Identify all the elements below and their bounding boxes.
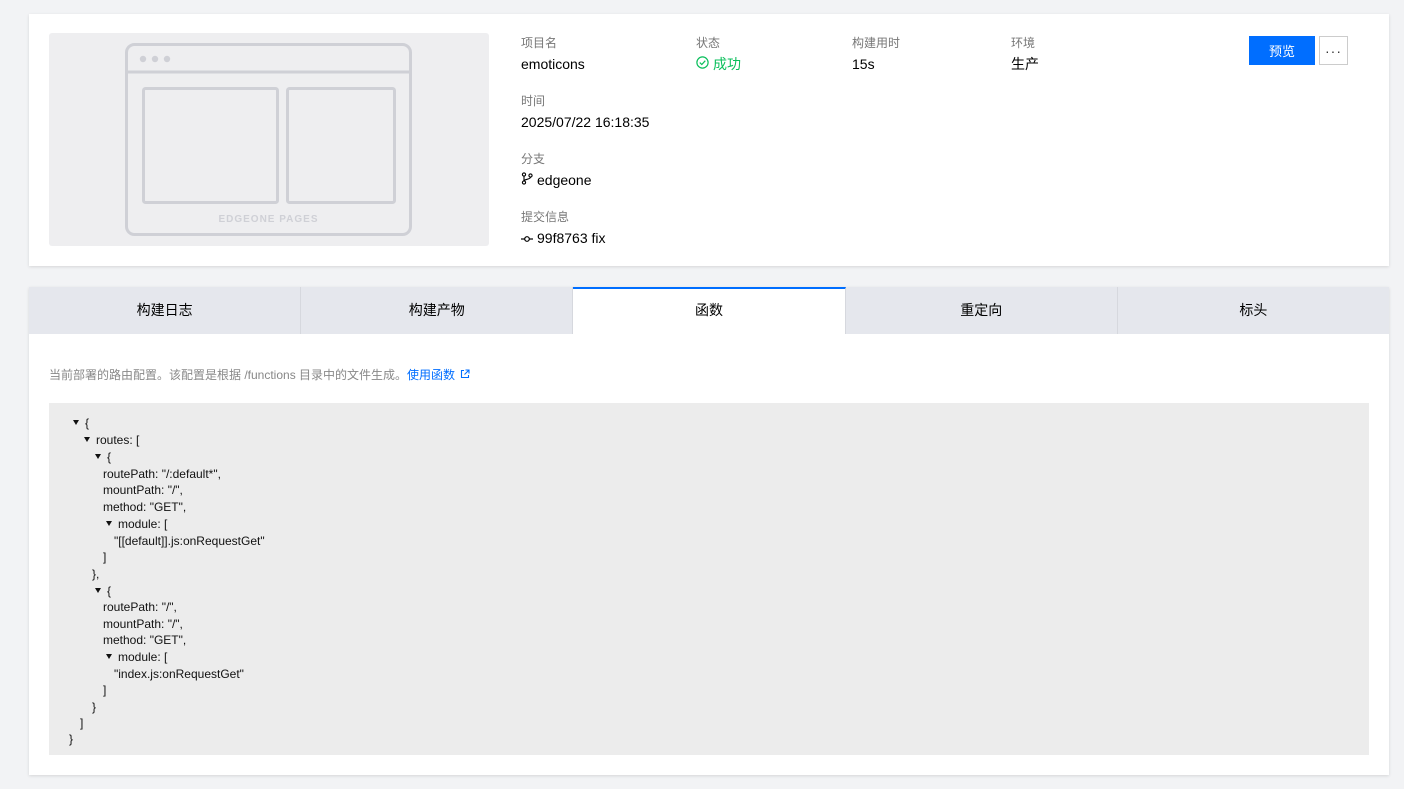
branch-label: 分支 (521, 152, 546, 166)
environment-value: 生产 (1011, 56, 1039, 72)
build-duration-value: 15s (852, 56, 875, 72)
git-commit-icon (521, 230, 533, 247)
external-link-icon[interactable] (460, 368, 470, 382)
functions-description: 当前部署的路由配置。该配置是根据 /functions 目录中的文件生成。使用函… (49, 366, 470, 383)
build-duration-label: 构建用时 (852, 36, 901, 50)
time-value: 2025/07/22 16:18:35 (521, 114, 650, 130)
json-line: routePath: "/:default*", (103, 467, 221, 481)
tab-functions[interactable]: 函数 (573, 287, 846, 334)
check-circle-icon (696, 56, 709, 73)
json-line: }, (92, 567, 100, 581)
browser-placeholder-icon: EDGEONE PAGES (125, 43, 412, 236)
deployment-details-card: 构建日志 构建产物 函数 重定向 标头 当前部署的路由配置。该配置是根据 /fu… (29, 287, 1390, 775)
collapse-toggle-icon[interactable] (95, 587, 101, 593)
branch-field: 分支 edgeone (521, 152, 592, 189)
json-line: routePath: "/", (103, 600, 177, 614)
branch-value: edgeone (521, 172, 592, 189)
json-line: } (69, 732, 74, 746)
project-name-value: emoticons (521, 56, 585, 72)
routes-json-viewer: { routes: [ { routePath: "/:default*", m… (49, 403, 1369, 755)
preview-button[interactable]: 预览 (1249, 36, 1315, 65)
more-options-button[interactable]: ··· (1319, 36, 1348, 65)
project-name-field: 项目名 emoticons (521, 36, 585, 73)
environment-field: 环境 生产 (1011, 36, 1039, 73)
json-line: method: "GET", (103, 633, 187, 647)
functions-description-text: 当前部署的路由配置。该配置是根据 /functions 目录中的文件生成。 (49, 368, 408, 382)
json-line: "[[default]].js:onRequestGet" (114, 534, 265, 548)
svg-text:EDGEONE PAGES: EDGEONE PAGES (218, 214, 318, 225)
collapse-toggle-icon[interactable] (106, 520, 112, 526)
branch-text: edgeone (537, 172, 592, 188)
tab-redirects[interactable]: 重定向 (845, 287, 1118, 334)
json-line: ] (103, 550, 107, 564)
git-branch-icon (521, 172, 533, 189)
json-line: { (95, 583, 111, 599)
tab-build-artifacts[interactable]: 构建产物 (301, 287, 574, 334)
json-line: method: "GET", (103, 500, 187, 514)
json-line: mountPath: "/", (103, 483, 183, 497)
json-line: ] (80, 716, 84, 730)
status-value: 成功 (696, 56, 741, 73)
project-name-label: 项目名 (521, 36, 558, 50)
collapse-toggle-icon[interactable] (106, 653, 112, 659)
environment-label: 环境 (1011, 36, 1036, 50)
status-label: 状态 (696, 36, 721, 50)
deployment-info-card: EDGEONE PAGES 项目名 emoticons 状态 成功 构建用时 1… (29, 14, 1389, 266)
json-line: "index.js:onRequestGet" (114, 667, 244, 681)
commit-text: 99f8763 fix (537, 230, 606, 246)
status-field: 状态 成功 (696, 36, 741, 73)
json-line: module: [ (106, 516, 167, 532)
json-line: { (95, 449, 111, 465)
tab-headers[interactable]: 标头 (1117, 287, 1390, 334)
json-line: module: [ (106, 649, 167, 665)
status-text: 成功 (713, 56, 741, 72)
site-thumbnail: EDGEONE PAGES (49, 33, 489, 246)
commit-label: 提交信息 (521, 210, 570, 224)
build-duration-field: 构建用时 15s (852, 36, 900, 73)
collapse-toggle-icon[interactable] (95, 453, 101, 459)
json-line: routes: [ (84, 432, 139, 448)
time-field: 时间 2025/07/22 16:18:35 (521, 94, 649, 131)
tab-bar: 构建日志 构建产物 函数 重定向 标头 (29, 287, 1390, 334)
commit-field: 提交信息 99f8763 fix (521, 210, 606, 247)
use-functions-link[interactable]: 使用函数 (407, 368, 455, 382)
json-line: ] (103, 683, 107, 697)
tab-build-log[interactable]: 构建日志 (29, 287, 302, 334)
collapse-toggle-icon[interactable] (84, 436, 90, 442)
time-label: 时间 (521, 94, 546, 108)
json-line: mountPath: "/", (103, 617, 183, 631)
collapse-toggle-icon[interactable] (73, 419, 79, 425)
commit-value: 99f8763 fix (521, 230, 606, 247)
json-line: { (73, 415, 89, 431)
json-line: } (92, 700, 97, 714)
